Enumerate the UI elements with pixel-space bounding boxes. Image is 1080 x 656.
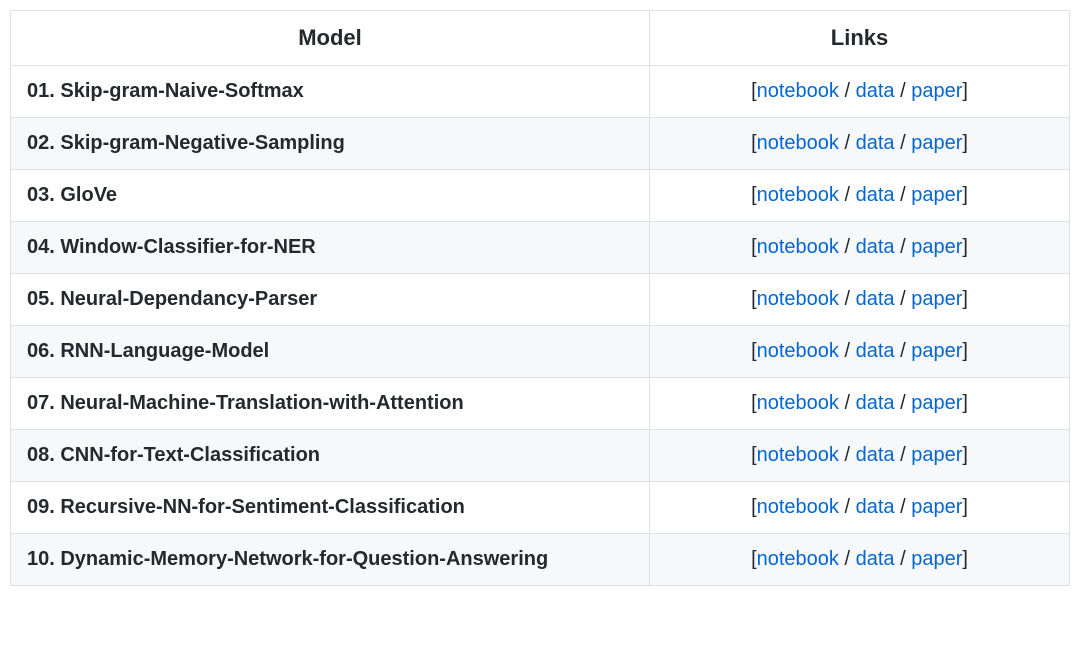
- separator: /: [895, 548, 912, 570]
- model-name: 04. Window-Classifier-for-NER: [11, 222, 650, 274]
- model-name: 06. RNN-Language-Model: [11, 326, 650, 378]
- model-name: 08. CNN-for-Text-Classification: [11, 430, 650, 482]
- links-cell: [notebook / data / paper]: [650, 170, 1070, 222]
- model-name: 03. GloVe: [11, 170, 650, 222]
- table-row: 07. Neural-Machine-Translation-with-Atte…: [11, 378, 1070, 430]
- paper-link[interactable]: paper: [911, 444, 962, 466]
- separator: /: [839, 548, 856, 570]
- separator: /: [839, 184, 856, 206]
- table-row: 01. Skip-gram-Naive-Softmax[notebook / d…: [11, 66, 1070, 118]
- paper-link[interactable]: paper: [911, 236, 962, 258]
- table-row: 08. CNN-for-Text-Classification[notebook…: [11, 430, 1070, 482]
- bracket-close: ]: [962, 392, 968, 414]
- table-row: 06. RNN-Language-Model[notebook / data /…: [11, 326, 1070, 378]
- paper-link[interactable]: paper: [911, 496, 962, 518]
- separator: /: [839, 132, 856, 154]
- model-name: 07. Neural-Machine-Translation-with-Atte…: [11, 378, 650, 430]
- data-link[interactable]: data: [856, 80, 895, 102]
- notebook-link[interactable]: notebook: [757, 132, 839, 154]
- notebook-link[interactable]: notebook: [757, 392, 839, 414]
- model-name: 10. Dynamic-Memory-Network-for-Question-…: [11, 534, 650, 586]
- links-cell: [notebook / data / paper]: [650, 534, 1070, 586]
- paper-link[interactable]: paper: [911, 80, 962, 102]
- model-name: 09. Recursive-NN-for-Sentiment-Classific…: [11, 482, 650, 534]
- bracket-close: ]: [962, 340, 968, 362]
- header-model: Model: [11, 11, 650, 66]
- separator: /: [895, 288, 912, 310]
- separator: /: [895, 340, 912, 362]
- separator: /: [895, 444, 912, 466]
- links-cell: [notebook / data / paper]: [650, 430, 1070, 482]
- bracket-close: ]: [962, 288, 968, 310]
- notebook-link[interactable]: notebook: [757, 184, 839, 206]
- separator: /: [839, 496, 856, 518]
- separator: /: [895, 236, 912, 258]
- notebook-link[interactable]: notebook: [757, 496, 839, 518]
- paper-link[interactable]: paper: [911, 132, 962, 154]
- links-cell: [notebook / data / paper]: [650, 378, 1070, 430]
- table-row: 10. Dynamic-Memory-Network-for-Question-…: [11, 534, 1070, 586]
- links-cell: [notebook / data / paper]: [650, 326, 1070, 378]
- notebook-link[interactable]: notebook: [757, 340, 839, 362]
- separator: /: [895, 132, 912, 154]
- data-link[interactable]: data: [856, 184, 895, 206]
- data-link[interactable]: data: [856, 444, 895, 466]
- notebook-link[interactable]: notebook: [757, 236, 839, 258]
- links-cell: [notebook / data / paper]: [650, 222, 1070, 274]
- data-link[interactable]: data: [856, 392, 895, 414]
- links-cell: [notebook / data / paper]: [650, 274, 1070, 326]
- table-row: 02. Skip-gram-Negative-Sampling[notebook…: [11, 118, 1070, 170]
- bracket-close: ]: [962, 80, 968, 102]
- table-row: 09. Recursive-NN-for-Sentiment-Classific…: [11, 482, 1070, 534]
- bracket-close: ]: [962, 496, 968, 518]
- data-link[interactable]: data: [856, 496, 895, 518]
- bracket-close: ]: [962, 548, 968, 570]
- data-link[interactable]: data: [856, 340, 895, 362]
- notebook-link[interactable]: notebook: [757, 288, 839, 310]
- links-cell: [notebook / data / paper]: [650, 118, 1070, 170]
- separator: /: [839, 80, 856, 102]
- paper-link[interactable]: paper: [911, 392, 962, 414]
- links-cell: [notebook / data / paper]: [650, 66, 1070, 118]
- separator: /: [839, 340, 856, 362]
- model-name: 01. Skip-gram-Naive-Softmax: [11, 66, 650, 118]
- bracket-close: ]: [962, 132, 968, 154]
- table-header-row: Model Links: [11, 11, 1070, 66]
- paper-link[interactable]: paper: [911, 340, 962, 362]
- paper-link[interactable]: paper: [911, 288, 962, 310]
- table-row: 04. Window-Classifier-for-NER[notebook /…: [11, 222, 1070, 274]
- data-link[interactable]: data: [856, 132, 895, 154]
- separator: /: [839, 444, 856, 466]
- data-link[interactable]: data: [856, 288, 895, 310]
- links-cell: [notebook / data / paper]: [650, 482, 1070, 534]
- bracket-close: ]: [962, 444, 968, 466]
- bracket-close: ]: [962, 236, 968, 258]
- separator: /: [839, 392, 856, 414]
- notebook-link[interactable]: notebook: [757, 444, 839, 466]
- data-link[interactable]: data: [856, 548, 895, 570]
- bracket-close: ]: [962, 184, 968, 206]
- model-name: 05. Neural-Dependancy-Parser: [11, 274, 650, 326]
- separator: /: [895, 496, 912, 518]
- separator: /: [839, 236, 856, 258]
- header-links: Links: [650, 11, 1070, 66]
- paper-link[interactable]: paper: [911, 184, 962, 206]
- paper-link[interactable]: paper: [911, 548, 962, 570]
- models-table: Model Links 01. Skip-gram-Naive-Softmax[…: [10, 10, 1070, 586]
- notebook-link[interactable]: notebook: [757, 548, 839, 570]
- table-row: 03. GloVe[notebook / data / paper]: [11, 170, 1070, 222]
- separator: /: [895, 80, 912, 102]
- separator: /: [895, 184, 912, 206]
- separator: /: [895, 392, 912, 414]
- notebook-link[interactable]: notebook: [757, 80, 839, 102]
- data-link[interactable]: data: [856, 236, 895, 258]
- table-row: 05. Neural-Dependancy-Parser[notebook / …: [11, 274, 1070, 326]
- model-name: 02. Skip-gram-Negative-Sampling: [11, 118, 650, 170]
- separator: /: [839, 288, 856, 310]
